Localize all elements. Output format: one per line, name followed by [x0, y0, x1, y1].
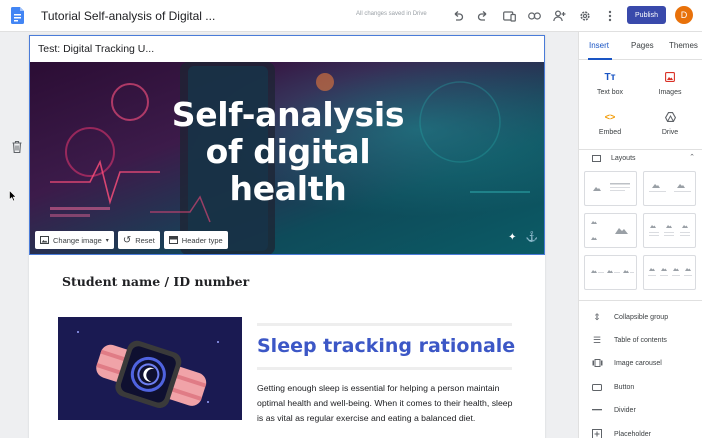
header-type-button[interactable]: Header type — [163, 231, 228, 249]
banner-icon-group: ✦ ⚓ — [508, 232, 538, 243]
share-icon[interactable] — [551, 8, 567, 24]
banner-title-line: Self-analysis — [171, 95, 405, 134]
top-bar: Tutorial Self-analysis of Digital ... Al… — [0, 0, 702, 32]
smartwatch-image — [58, 317, 242, 420]
active-tab-indicator — [588, 58, 612, 60]
banner-title-line: of digital — [205, 132, 371, 171]
tab-themes[interactable]: Themes — [669, 41, 698, 50]
component-collapsible-group[interactable]: ⇕ Collapsible group — [579, 310, 668, 324]
image-icon — [640, 72, 700, 84]
layouts-icon — [592, 155, 601, 162]
layout-option[interactable] — [584, 213, 637, 248]
table-of-contents-icon: ☰ — [592, 334, 602, 345]
reset-label: Reset — [135, 235, 155, 245]
collapse-icon: ⌃ — [689, 154, 695, 161]
site-title-input[interactable]: Test: Digital Tracking U... — [29, 35, 545, 62]
tab-pages[interactable]: Pages — [631, 41, 654, 50]
insert-images-label: Images — [658, 89, 682, 96]
placeholder-icon — [591, 429, 603, 438]
delete-section-icon[interactable] — [11, 140, 23, 154]
section-title[interactable]: Sleep tracking rationale — [257, 335, 515, 357]
image-icon — [40, 236, 49, 244]
layout-option[interactable] — [584, 255, 637, 290]
header-banner[interactable]: Self-analysis of digital health Change i… — [29, 62, 545, 255]
more-vert-icon[interactable] — [602, 8, 618, 24]
redo-icon[interactable] — [475, 8, 491, 24]
save-status: All changes saved in Drive — [356, 11, 427, 17]
header-type-icon — [168, 236, 178, 244]
insert-embed[interactable]: <> Embed — [580, 112, 640, 136]
layout-option[interactable] — [643, 213, 696, 248]
anchor-icon[interactable]: ⚓ — [526, 232, 538, 243]
component-label: Collapsible group — [614, 313, 669, 321]
editing-canvas: Test: Digital Tracking U... Self-analysi… — [0, 32, 578, 438]
layouts-section-header[interactable]: Layouts ⌃ — [579, 149, 702, 167]
image-carousel-icon — [591, 358, 603, 368]
panel-tabs: Insert Pages Themes — [579, 32, 702, 60]
undo-icon[interactable] — [450, 8, 466, 24]
button-icon — [591, 382, 603, 392]
component-image-carousel[interactable]: Image carousel — [579, 356, 662, 370]
reset-icon: ↺ — [122, 234, 132, 246]
publish-button[interactable]: Publish — [627, 6, 666, 24]
sparkle-icon[interactable]: ✦ — [508, 232, 516, 243]
change-image-label: Change image — [53, 235, 102, 245]
insert-drive[interactable]: Drive — [640, 112, 700, 136]
tab-insert[interactable]: Insert — [589, 41, 609, 50]
sleep-tracker-illustration[interactable] — [58, 317, 242, 420]
layout-option[interactable] — [643, 255, 696, 290]
text-box-icon: Tт — [604, 72, 616, 83]
insert-images[interactable]: Images — [640, 72, 700, 96]
drive-icon — [640, 112, 700, 124]
component-label: Table of contents — [614, 336, 667, 344]
mouse-cursor-icon — [9, 189, 17, 202]
body-paragraph[interactable]: Getting enough sleep is essential for he… — [257, 381, 515, 426]
component-button[interactable]: Button — [579, 380, 634, 394]
student-name-heading[interactable]: Student name / ID number — [62, 274, 249, 289]
component-label: Placeholder — [614, 430, 651, 438]
divider-line — [257, 323, 512, 326]
sites-logo-icon[interactable] — [11, 7, 24, 24]
insert-text-box[interactable]: Tт Text box — [580, 72, 640, 96]
component-table-of-contents[interactable]: ☰ Table of contents — [579, 333, 667, 347]
insert-drive-label: Drive — [661, 129, 679, 136]
banner-title[interactable]: Self-analysis of digital health — [30, 95, 544, 208]
link-icon[interactable] — [526, 8, 542, 24]
settings-icon[interactable] — [577, 8, 593, 24]
site-page: Test: Digital Tracking U... Self-analysi… — [29, 35, 545, 438]
chevron-down-icon: ▾ — [105, 237, 109, 244]
component-placeholder[interactable]: Placeholder — [579, 427, 651, 438]
reset-button[interactable]: ↺ Reset — [117, 231, 160, 249]
layout-option[interactable] — [584, 171, 637, 206]
change-image-button[interactable]: Change image ▾ — [35, 231, 114, 249]
header-type-label: Header type — [181, 235, 223, 245]
preview-icon[interactable] — [501, 8, 517, 24]
component-label: Image carousel — [614, 359, 662, 367]
layout-option[interactable] — [643, 171, 696, 206]
divider-line — [257, 367, 512, 370]
component-label: Divider — [614, 406, 636, 414]
collapsible-group-icon: ⇕ — [593, 311, 601, 322]
right-panel: Insert Pages Themes Tт Text box Images <… — [578, 32, 702, 438]
panel-divider — [579, 300, 702, 301]
component-divider[interactable]: Divider — [579, 403, 636, 417]
banner-title-line: health — [229, 169, 347, 208]
banner-toolbar: Change image ▾ ↺ Reset Header type — [35, 231, 228, 249]
component-label: Button — [614, 383, 635, 391]
divider-icon — [591, 405, 603, 415]
insert-text-box-label: Text box — [596, 89, 624, 96]
embed-icon: <> — [604, 112, 616, 122]
document-title[interactable]: Tutorial Self-analysis of Digital ... — [41, 9, 215, 23]
avatar[interactable]: D — [675, 6, 693, 24]
layouts-label: Layouts — [611, 155, 636, 162]
insert-embed-label: Embed — [598, 129, 622, 136]
